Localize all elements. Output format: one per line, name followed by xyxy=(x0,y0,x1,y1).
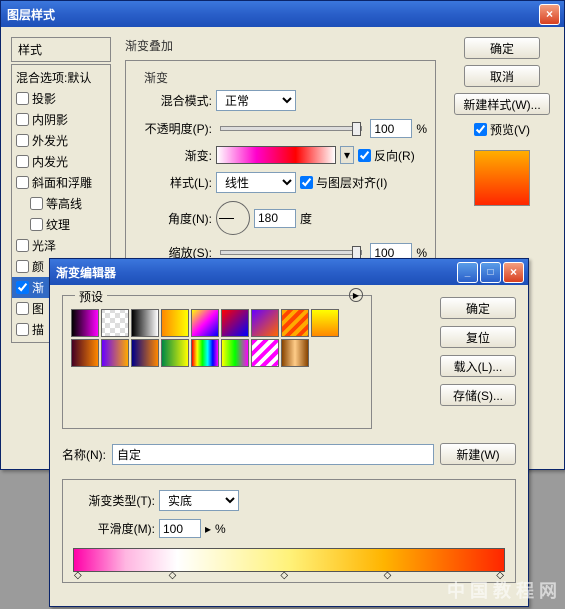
style-item[interactable]: 内发光 xyxy=(12,151,110,172)
style-item[interactable]: 投影 xyxy=(12,88,110,109)
style-checkbox[interactable] xyxy=(30,197,43,210)
preview-swatch xyxy=(474,150,530,206)
fieldset-title: 渐变 xyxy=(140,69,172,86)
ge-ok-button[interactable]: 确定 xyxy=(440,297,516,319)
angle-input[interactable] xyxy=(254,209,296,228)
smoothness-label: 平滑度(M): xyxy=(73,520,155,537)
blend-mode-label: 混合模式: xyxy=(134,92,212,109)
angle-label: 角度(N): xyxy=(134,210,212,227)
close-icon[interactable]: × xyxy=(503,262,524,283)
gradient-editor-window: 渐变编辑器 _ □ × 预设 ▶ 确定 复位 载入(L)... 存储(S)...… xyxy=(49,258,529,607)
play-icon[interactable]: ▶ xyxy=(349,288,363,302)
preset-swatch[interactable] xyxy=(281,309,309,337)
ge-save-button[interactable]: 存储(S)... xyxy=(440,384,516,406)
style-item[interactable]: 内阴影 xyxy=(12,109,110,130)
preset-swatch[interactable] xyxy=(191,339,219,367)
style-checkbox[interactable] xyxy=(16,155,29,168)
maximize-icon[interactable]: □ xyxy=(480,262,501,283)
preset-swatch[interactable] xyxy=(281,339,309,367)
opacity-slider[interactable] xyxy=(220,126,362,131)
ok-button[interactable]: 确定 xyxy=(464,37,540,59)
type-label: 渐变类型(T): xyxy=(73,492,155,509)
style-item[interactable]: 纹理 xyxy=(12,214,110,235)
preset-swatch[interactable] xyxy=(161,309,189,337)
style-item[interactable]: 光泽 xyxy=(12,235,110,256)
style-checkbox[interactable] xyxy=(16,323,29,336)
minimize-icon[interactable]: _ xyxy=(457,262,478,283)
style-select[interactable]: 线性 xyxy=(216,172,296,193)
opacity-label: 不透明度(P): xyxy=(134,120,212,137)
gradient-label: 渐变: xyxy=(134,147,212,164)
layer-style-title: 图层样式 xyxy=(7,6,537,23)
gradient-bar-editor[interactable]: ◇ ◇ ◇ ◇ ◇ xyxy=(73,548,505,572)
preset-swatch[interactable] xyxy=(71,309,99,337)
gradient-fieldset: 渐变 混合模式: 正常 不透明度(P): % 渐变: ▾ 反向(R) xyxy=(125,60,436,281)
styles-header[interactable]: 样式 xyxy=(11,37,111,62)
ge-load-button[interactable]: 载入(L)... xyxy=(440,355,516,377)
style-label: 样式(L): xyxy=(134,174,212,191)
preset-swatch[interactable] xyxy=(71,339,99,367)
chevron-down-icon[interactable]: ▾ xyxy=(340,146,354,164)
new-gradient-button[interactable]: 新建(W) xyxy=(440,443,516,465)
gradient-preview[interactable] xyxy=(216,146,336,164)
blend-options-item[interactable]: 混合选项:默认 xyxy=(12,67,110,88)
preset-swatch[interactable] xyxy=(221,339,249,367)
presets-fieldset: 预设 ▶ xyxy=(62,295,372,429)
preset-swatch[interactable] xyxy=(251,339,279,367)
presets-label: 预设 xyxy=(75,288,107,305)
name-input[interactable] xyxy=(112,444,434,465)
style-checkbox[interactable] xyxy=(16,281,29,294)
style-checkbox[interactable] xyxy=(16,134,29,147)
close-icon[interactable]: × xyxy=(539,4,560,25)
angle-dial[interactable] xyxy=(216,201,250,235)
align-checkbox[interactable]: 与图层对齐(I) xyxy=(300,174,387,191)
style-item[interactable]: 斜面和浮雕 xyxy=(12,172,110,193)
style-checkbox[interactable] xyxy=(16,302,29,315)
name-label: 名称(N): xyxy=(62,446,106,463)
cancel-button[interactable]: 取消 xyxy=(464,65,540,87)
ge-reset-button[interactable]: 复位 xyxy=(440,326,516,348)
style-checkbox[interactable] xyxy=(16,260,29,273)
new-style-button[interactable]: 新建样式(W)... xyxy=(454,93,549,115)
blend-mode-select[interactable]: 正常 xyxy=(216,90,296,111)
preset-swatch[interactable] xyxy=(161,339,189,367)
style-checkbox[interactable] xyxy=(16,113,29,126)
preset-swatch[interactable] xyxy=(221,309,249,337)
preset-swatch[interactable] xyxy=(251,309,279,337)
gradient-editor-title: 渐变编辑器 xyxy=(56,264,455,281)
preview-checkbox[interactable]: 预览(V) xyxy=(474,121,530,138)
style-checkbox[interactable] xyxy=(30,218,43,231)
type-fieldset: 渐变类型(T): 实底 平滑度(M): ▸ % ◇ ◇ ◇ ◇ ◇ xyxy=(62,479,516,583)
preset-swatch[interactable] xyxy=(101,339,129,367)
gradient-editor-titlebar[interactable]: 渐变编辑器 _ □ × xyxy=(50,259,528,285)
preset-swatch[interactable] xyxy=(191,309,219,337)
style-item[interactable]: 外发光 xyxy=(12,130,110,151)
style-checkbox[interactable] xyxy=(16,239,29,252)
style-checkbox[interactable] xyxy=(16,176,29,189)
reverse-checkbox[interactable]: 反向(R) xyxy=(358,147,415,164)
scale-slider[interactable] xyxy=(220,250,362,255)
preset-swatch[interactable] xyxy=(131,309,159,337)
preset-swatch[interactable] xyxy=(311,309,339,337)
preset-grid xyxy=(71,309,363,367)
section-title: 渐变叠加 xyxy=(125,37,436,54)
chevron-down-icon[interactable]: ▸ xyxy=(205,522,211,536)
style-checkbox[interactable] xyxy=(16,92,29,105)
style-item[interactable]: 等高线 xyxy=(12,193,110,214)
opacity-input[interactable] xyxy=(370,119,412,138)
preset-swatch[interactable] xyxy=(101,309,129,337)
preset-swatch[interactable] xyxy=(131,339,159,367)
type-select[interactable]: 实底 xyxy=(159,490,239,511)
smoothness-input[interactable] xyxy=(159,519,201,538)
layer-style-titlebar[interactable]: 图层样式 × xyxy=(1,1,564,27)
